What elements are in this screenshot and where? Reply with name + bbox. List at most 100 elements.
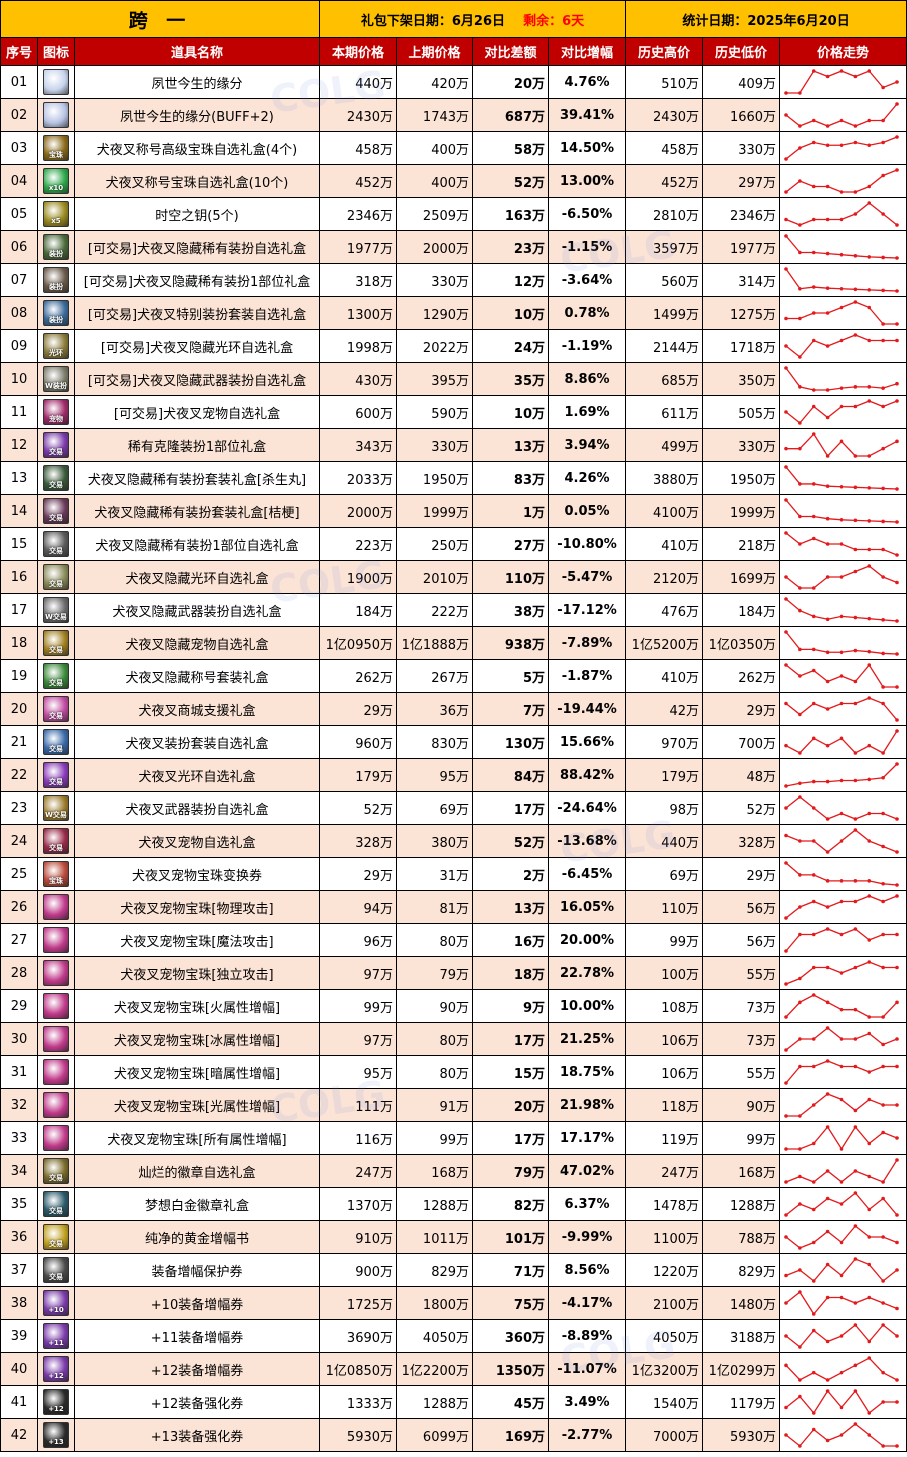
price-pct: 1.69% xyxy=(548,395,627,429)
price-trend-cell xyxy=(779,1088,907,1122)
table-row: 33 犬夜叉宠物宝珠[所有属性增幅] 116万 99万 17万 17.17% 119万 99万 xyxy=(0,1121,907,1155)
trend-point xyxy=(825,1125,830,1129)
trend-line xyxy=(785,763,898,787)
price-pct: 88.42% xyxy=(548,758,627,792)
trend-point xyxy=(784,190,788,194)
purple-aura-chest-icon: 交易 xyxy=(43,762,69,788)
row-id: 28 xyxy=(0,956,38,990)
trend-point xyxy=(867,564,872,568)
history-high: 98万 xyxy=(625,791,704,825)
avatar-box-icon: 装扮 xyxy=(43,234,69,260)
icon-tag: 光环 xyxy=(49,349,63,357)
trend-point xyxy=(895,1444,899,1448)
trend-point xyxy=(867,338,872,343)
price-trend-cell xyxy=(779,1418,907,1452)
trend-point xyxy=(867,1174,872,1179)
price-trend-chart xyxy=(784,729,899,755)
trend-point xyxy=(798,482,802,486)
trend-point xyxy=(895,1400,899,1404)
price-trend-cell xyxy=(779,230,907,264)
trend-point xyxy=(853,899,858,904)
table-row: 27 犬夜叉宠物宝珠[魔法攻击] 96万 80万 16万 20.00% 99万 56万 xyxy=(0,923,907,957)
price-pct: 8.86% xyxy=(548,362,627,396)
table-row: 07 装扮 [可交易]犬夜叉隐藏稀有装扮1部位礼盒 318万 330万 12万 -3.64%… xyxy=(0,263,907,297)
price-pct: -8.89% xyxy=(548,1319,627,1353)
trend-point xyxy=(798,542,802,546)
item-name: 犬夜叉装扮套装自选礼盒 xyxy=(73,725,321,759)
col-header-diff: 对比差额 xyxy=(472,37,550,66)
trend-point xyxy=(839,811,844,816)
trend-point xyxy=(784,1301,788,1305)
row-id: 19 xyxy=(0,659,38,693)
trend-point xyxy=(811,779,816,784)
trend-point xyxy=(825,679,830,684)
table-row: 08 装扮 [可交易]犬夜叉特别装扮套装自选礼盒 1300万 1290万 10万 0.78%… xyxy=(0,296,907,330)
row-id: 40 xyxy=(0,1352,38,1386)
table-row: 30 犬夜叉宠物宝珠[冰属性增幅] 97万 80万 17万 21.25% 106万 73万 xyxy=(0,1022,907,1056)
trend-point xyxy=(811,69,816,73)
history-low: 1999万 xyxy=(702,494,781,528)
current-price: 2033万 xyxy=(319,461,398,495)
icon-tag: W装扮 xyxy=(45,382,67,390)
history-high: 42万 xyxy=(625,692,704,726)
history-low: 56万 xyxy=(702,890,781,924)
price-pct: 18.75% xyxy=(548,1055,627,1089)
trend-point xyxy=(798,905,802,909)
table-row: 02 夙世今生的缘分(BUFF+2) 2430万 1743万 687万 39.41% 243… xyxy=(0,98,907,132)
trend-point xyxy=(853,1108,858,1113)
pet-gem-icon xyxy=(43,1092,69,1118)
release-date: 6月26日 xyxy=(451,13,506,29)
price-pct: -1.87% xyxy=(548,659,627,693)
trend-point xyxy=(881,651,885,656)
trend-point xyxy=(811,432,816,436)
previous-price: 4050万 xyxy=(396,1319,474,1353)
trend-point xyxy=(811,184,816,189)
history-high: 69万 xyxy=(625,857,704,891)
current-price: 900万 xyxy=(319,1253,398,1287)
table-row: 16 交易 犬夜叉隐藏光环自选礼盒 1900万 2010万 110万 -5.47% 2120万… xyxy=(0,560,907,594)
table-row: 39 +11 +11装备增幅券 3690万 4050万 360万 -8.89% 4050万 31… xyxy=(0,1319,907,1353)
current-price: 184万 xyxy=(319,593,398,627)
current-price: 116万 xyxy=(319,1121,398,1155)
item-name: 犬夜叉隐藏稀有装扮套装礼盒[杀生丸] xyxy=(73,461,321,495)
trend-point xyxy=(839,1240,844,1245)
item-name: [可交易]犬夜叉隐藏光环自选礼盒 xyxy=(73,329,321,363)
previous-price: 1800万 xyxy=(396,1286,474,1320)
col-header-previous: 上期价格 xyxy=(396,37,474,66)
history-high: 2100万 xyxy=(625,1286,704,1320)
current-price: 247万 xyxy=(319,1154,398,1188)
trend-point xyxy=(867,696,872,700)
previous-price: 267万 xyxy=(396,659,474,693)
trend-point xyxy=(853,1037,858,1041)
stat-date: 2025年6月20日 xyxy=(747,13,850,29)
current-price: 440万 xyxy=(319,65,398,99)
current-price: 2000万 xyxy=(319,494,398,528)
price-diff: 7万 xyxy=(472,692,550,726)
trend-point xyxy=(825,1378,830,1382)
price-trend-cell xyxy=(779,956,907,990)
trend-point xyxy=(798,1246,802,1250)
row-id: 13 xyxy=(0,461,38,495)
trend-point xyxy=(839,1334,844,1338)
trend-point xyxy=(825,286,830,290)
history-high: 118万 xyxy=(625,1088,704,1122)
history-high: 2810万 xyxy=(625,197,704,231)
item-icon-cell xyxy=(37,1088,75,1122)
icon-tag: 交易 xyxy=(49,712,63,720)
trend-point xyxy=(895,80,899,84)
row-id: 05 xyxy=(0,197,38,231)
trend-line xyxy=(785,334,898,358)
trend-line xyxy=(785,730,898,754)
col-header-low: 历史低价 xyxy=(702,37,781,66)
trend-point xyxy=(784,267,788,271)
item-name: 犬夜叉武器装扮自选礼盒 xyxy=(73,791,321,825)
price-trend-chart xyxy=(784,531,899,557)
price-trend-chart xyxy=(784,267,899,293)
icon-tag: 交易 xyxy=(49,844,63,852)
price-trend-cell xyxy=(779,1286,907,1320)
trend-point xyxy=(811,118,816,123)
current-price: 96万 xyxy=(319,923,398,957)
history-low: 1179万 xyxy=(702,1385,781,1419)
previous-price: 250万 xyxy=(396,527,474,561)
row-id: 32 xyxy=(0,1088,38,1122)
